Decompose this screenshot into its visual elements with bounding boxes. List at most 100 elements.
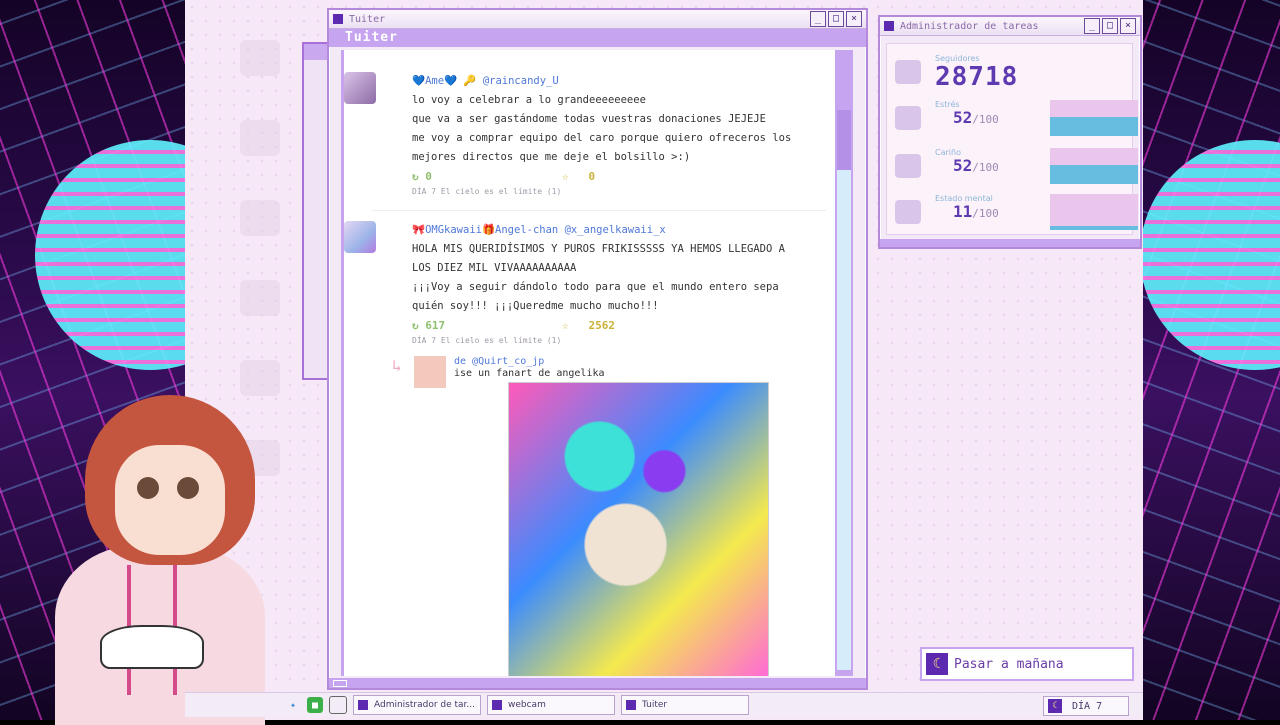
- day-label: DÍA 7: [1072, 700, 1103, 712]
- maximize-button[interactable]: □: [828, 11, 844, 27]
- stat-bar: [1050, 148, 1138, 184]
- affection-icon: [895, 154, 921, 178]
- task-manager-titlebar[interactable]: Administrador de tareas _ □ ×: [880, 17, 1140, 36]
- eye: [137, 477, 159, 499]
- cat-print: [100, 625, 204, 669]
- feed-frame: 💙Ame💙 🔑 @raincandy_U lo voy a celebrar a…: [341, 50, 843, 676]
- fanart-image[interactable]: [508, 382, 769, 676]
- quote-arrow-icon: ↳: [392, 356, 402, 375]
- post-line: ¡¡¡Voy a seguir dándolo todo para que el…: [412, 281, 779, 293]
- feed-scrollbar[interactable]: [835, 50, 853, 676]
- stat-bar: [1050, 100, 1138, 136]
- task-label: webcam: [508, 700, 546, 710]
- post-line: lo voy a celebrar a lo grandeeeeeeeee: [412, 94, 646, 106]
- window-icon: [358, 700, 368, 710]
- pass-button-label: Pasar a mañana: [954, 656, 1064, 672]
- eye: [177, 477, 199, 499]
- post[interactable]: 🎀OMGkawaii🎁Angel-chan @x_angelkawaii_x H…: [344, 221, 832, 347]
- taskbar-item-webcam[interactable]: webcam: [487, 695, 615, 715]
- stat-bar-fill: [1050, 226, 1138, 230]
- tuiter-window[interactable]: Tuiter _ □ × Tuiter 💙Ame💙 🔑 @raincandy_U…: [327, 8, 868, 690]
- quote-avatar[interactable]: [414, 356, 446, 388]
- window-title: Administrador de tareas: [900, 20, 1039, 32]
- avatar[interactable]: [344, 221, 376, 253]
- retweet-icon: ↻: [412, 170, 419, 183]
- minimize-button[interactable]: _: [810, 11, 826, 27]
- favorite-button[interactable]: ☆ 2562: [562, 316, 615, 335]
- star-icon: ☆: [562, 319, 569, 332]
- post-meta: DÍA 7 El cielo es el límite (1): [412, 336, 562, 345]
- stress-stat: Estrés 52/100: [895, 100, 1138, 140]
- scrollbar-track[interactable]: [837, 170, 851, 670]
- chat-icon[interactable]: ■: [307, 697, 323, 713]
- day-indicator[interactable]: ☾ DÍA 7: [1043, 696, 1129, 716]
- mental-state-icon: [895, 200, 921, 224]
- post-line: HOLA MIS QUERIDÍSIMOS Y PUROS FRIKISSSSS…: [412, 243, 785, 255]
- desktop-icon-4[interactable]: [225, 280, 295, 320]
- post-line: quién soy!!! ¡¡¡Queredme mucho mucho!!!: [412, 300, 659, 312]
- retweet-button[interactable]: ↻ 0: [412, 167, 562, 186]
- retweet-button[interactable]: ↻ 617: [412, 316, 562, 335]
- star-icon: ☆: [562, 170, 569, 183]
- mental-state-stat: Estado mental 11/100: [895, 194, 1138, 234]
- retweet-count: 617: [425, 319, 446, 332]
- maximize-button[interactable]: □: [1102, 18, 1118, 34]
- stat-max: /100: [972, 161, 999, 174]
- twitter-bird-icon[interactable]: ✦: [285, 697, 301, 713]
- post-line: que va a ser gastándome todas vuestras d…: [412, 113, 767, 125]
- favorite-count: 2562: [588, 319, 616, 332]
- window-icon: [626, 700, 636, 710]
- desktop-icon-3[interactable]: [225, 200, 295, 240]
- vtuber-avatar: [55, 395, 275, 725]
- moon-icon: ☾: [1048, 699, 1062, 713]
- taskbar-item-tuiter[interactable]: Tuiter: [621, 695, 749, 715]
- post-line: LOS DIEZ MIL VIVAAAAAAAAAA: [412, 262, 577, 274]
- followers-count: 28718: [935, 62, 1019, 92]
- close-button[interactable]: ×: [1120, 18, 1136, 34]
- post[interactable]: 💙Ame💙 🔑 @raincandy_U lo voy a celebrar a…: [344, 72, 832, 198]
- quote-text: ise un fanart de angelika: [454, 368, 605, 379]
- stat-value: 11: [953, 202, 973, 221]
- task-label: Tuiter: [642, 700, 668, 710]
- close-button[interactable]: ×: [846, 11, 862, 27]
- favorite-button[interactable]: ☆ 0: [562, 167, 595, 186]
- stats-panel: Seguidores 28718 Estrés 52/100 Cariño 52…: [886, 43, 1138, 235]
- stat-bar-fill: [1050, 117, 1138, 136]
- window-icon: [492, 700, 502, 710]
- task-manager-window[interactable]: Administrador de tareas _ □ × Seguidores…: [878, 15, 1142, 249]
- post-author[interactable]: 🎀OMGkawaii🎁Angel-chan @x_angelkawaii_x: [412, 221, 832, 240]
- app-header: Tuiter: [329, 29, 866, 47]
- post-meta: DÍA 7 El cielo es el límite (1): [412, 187, 562, 196]
- stat-max: /100: [972, 113, 999, 126]
- monitor-icon[interactable]: [329, 696, 347, 714]
- quote-author[interactable]: de @Quirt_co_jp: [454, 356, 605, 368]
- avatar[interactable]: [344, 72, 376, 104]
- window-footer: [329, 678, 866, 688]
- pass-to-tomorrow-button[interactable]: ☾ Pasar a mañana: [920, 647, 1134, 681]
- desktop-icon-5[interactable]: [225, 360, 295, 400]
- post-author[interactable]: 💙Ame💙 🔑 @raincandy_U: [412, 72, 832, 91]
- retweet-count: 0: [425, 170, 432, 183]
- feed[interactable]: 💙Ame💙 🔑 @raincandy_U lo voy a celebrar a…: [344, 50, 840, 676]
- post-line: mejores directos que me deje el bolsillo…: [412, 151, 691, 163]
- desktop-icon-2[interactable]: [225, 120, 295, 160]
- taskbar-item-task-manager[interactable]: Administrador de tar...: [353, 695, 481, 715]
- scrollbar-thumb[interactable]: [837, 110, 851, 170]
- face: [115, 445, 225, 555]
- stat-bar-fill: [1050, 165, 1138, 184]
- favorite-count: 0: [588, 170, 596, 183]
- taskbar: ✦ ■ Administrador de tar... webcam Tuite…: [185, 692, 1143, 717]
- minimize-button[interactable]: _: [1084, 18, 1100, 34]
- moon-icon: ☾: [926, 653, 948, 675]
- post-divider: [372, 210, 826, 211]
- retweet-icon: ↻: [412, 319, 419, 332]
- tuiter-titlebar[interactable]: Tuiter _ □ ×: [329, 10, 866, 29]
- stat-value: 52: [953, 108, 973, 127]
- stat-bar: [1050, 194, 1138, 230]
- task-label: Administrador de tar...: [374, 700, 476, 710]
- window-icon: [333, 14, 343, 24]
- affection-stat: Cariño 52/100: [895, 148, 1138, 188]
- desktop-icon-1[interactable]: [225, 40, 295, 80]
- stress-icon: [895, 106, 921, 130]
- post-line: me voy a comprar equipo del caro porque …: [412, 132, 792, 144]
